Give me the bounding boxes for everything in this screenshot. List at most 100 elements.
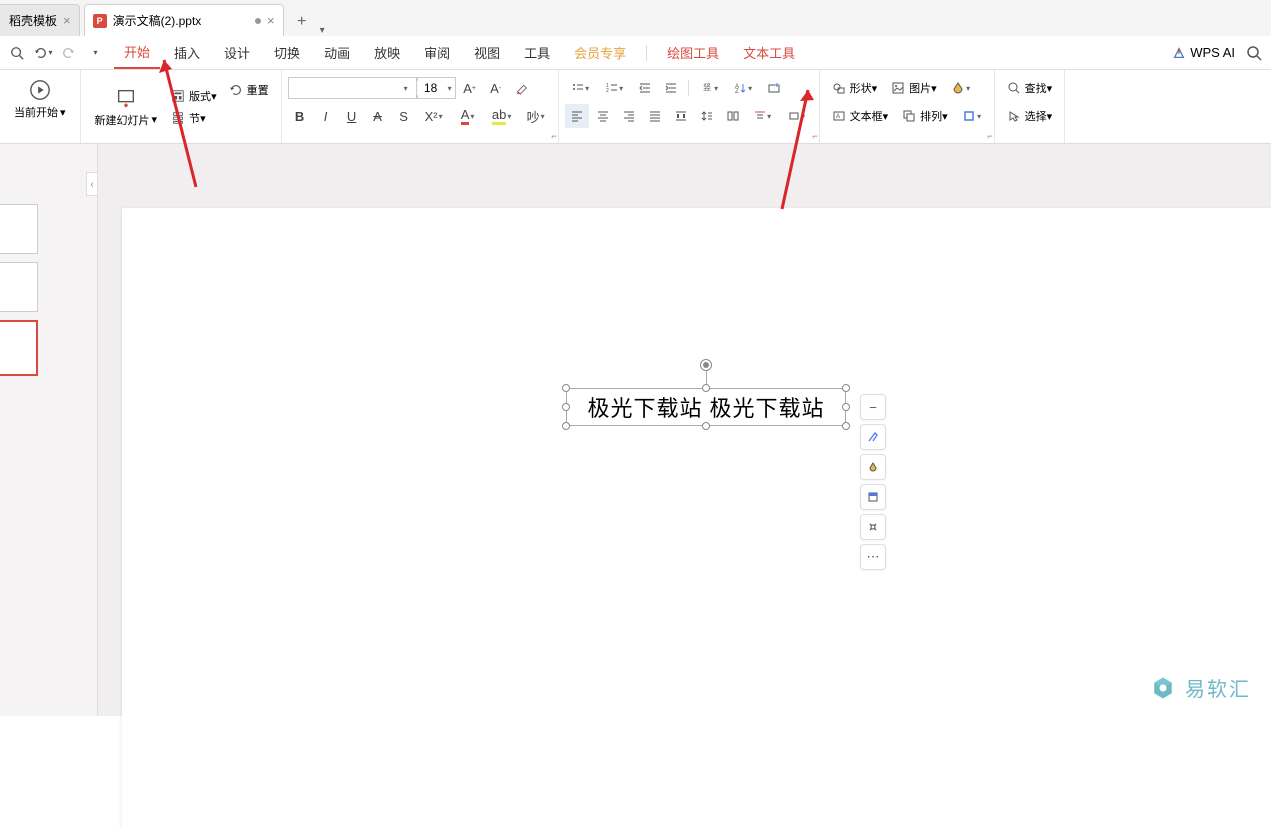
collapse-panel-button[interactable]: ‹ xyxy=(86,172,98,196)
resize-handle-bm[interactable] xyxy=(702,422,710,430)
search-icon[interactable] xyxy=(6,42,28,64)
tab-title: 演示文稿(2).pptx xyxy=(113,12,249,29)
resize-handle-br[interactable] xyxy=(842,422,850,430)
thumbnail-3[interactable] xyxy=(0,320,38,376)
canvas-area[interactable]: 极光下载站 极光下载站 − ⋯ xyxy=(98,144,1271,716)
line-spacing-button[interactable] xyxy=(695,104,719,128)
tab-tools[interactable]: 工具 xyxy=(514,37,560,68)
textbox-button[interactable]: A文本框▾ xyxy=(826,106,895,126)
section-label: 节 xyxy=(189,113,200,125)
text-box[interactable]: 极光下载站 极光下载站 xyxy=(566,388,846,426)
thumbnail-2[interactable]: 极光下载站 xyxy=(0,262,38,312)
tab-text-tools[interactable]: 文本工具 xyxy=(733,37,805,68)
paragraph-dialog-launcher[interactable]: ⌐ xyxy=(812,131,817,141)
float-fill-button[interactable] xyxy=(860,454,886,480)
new-tab-dropdown[interactable]: ▾ xyxy=(316,25,329,36)
tab-slideshow[interactable]: 放映 xyxy=(364,37,410,68)
arrange-button[interactable]: 排列▾ xyxy=(896,106,954,126)
customize-qat-dropdown[interactable]: ▾ xyxy=(84,42,106,64)
columns-button[interactable] xyxy=(721,104,745,128)
textbox-content[interactable]: 极光下载站 极光下载站 xyxy=(587,396,824,421)
convert-text-button[interactable]: ▾ xyxy=(781,104,813,128)
tab-insert[interactable]: 插入 xyxy=(164,37,210,68)
shape-outline-button[interactable]: ▾ xyxy=(956,104,988,128)
undo-button[interactable]: ▾ xyxy=(32,42,54,64)
tab-member[interactable]: 会员专享 xyxy=(564,37,636,68)
drawing-dialog-launcher[interactable]: ⌐ xyxy=(987,131,992,141)
increase-font-button[interactable]: A+ xyxy=(458,76,482,100)
ribbon: 当前开始▾ 新建幻灯片▾ 版式▾ 节▾ 重置 xyxy=(0,70,1271,144)
float-collapse-button[interactable]: − xyxy=(860,394,886,420)
increase-indent-button[interactable] xyxy=(659,76,683,100)
thumbnail-1[interactable]: —— | ▬▬ xyxy=(0,204,38,254)
find-button[interactable]: 查找▾ xyxy=(1001,78,1059,98)
font-name-input[interactable] xyxy=(288,77,418,99)
text-direction-button[interactable]: 竖▾ xyxy=(694,76,726,100)
font-color-button[interactable]: A▾ xyxy=(452,104,484,128)
picture-button[interactable]: 图片▾ xyxy=(885,78,943,98)
tab-design[interactable]: 设计 xyxy=(214,37,260,68)
float-layout-button[interactable] xyxy=(860,484,886,510)
play-button[interactable]: 当前开始▾ xyxy=(6,74,74,124)
tab-template[interactable]: 稻壳模板 × xyxy=(0,4,80,36)
tab-review[interactable]: 审阅 xyxy=(414,37,460,68)
tab-transition[interactable]: 切换 xyxy=(264,37,310,68)
font-dialog-launcher[interactable]: ⌐ xyxy=(551,131,556,141)
strikethrough-button[interactable]: A xyxy=(366,104,390,128)
layout-button[interactable]: 版式▾ xyxy=(165,86,223,106)
wps-ai-button[interactable]: WPS AI xyxy=(1172,45,1235,60)
underline-button[interactable]: U xyxy=(340,104,364,128)
align-center-button[interactable] xyxy=(591,104,615,128)
char-spacing-button[interactable]: 吵▾ xyxy=(520,104,552,128)
ppt-file-icon: P xyxy=(93,14,107,28)
align-left-button[interactable] xyxy=(565,104,589,128)
close-icon[interactable]: × xyxy=(267,13,275,28)
tab-drawing-tools[interactable]: 绘图工具 xyxy=(657,37,729,68)
tab-document[interactable]: P 演示文稿(2).pptx × xyxy=(84,4,284,36)
tab-view[interactable]: 视图 xyxy=(464,37,510,68)
reset-button[interactable]: 重置 xyxy=(223,80,275,100)
tab-animation[interactable]: 动画 xyxy=(314,37,360,68)
redo-button[interactable] xyxy=(58,42,80,64)
font-size-field[interactable] xyxy=(417,81,445,95)
slide-canvas[interactable]: 极光下载站 极光下载站 − ⋯ xyxy=(122,208,1271,828)
font-size-input[interactable]: ▾ xyxy=(416,77,456,99)
sort-button[interactable]: AZ▾ xyxy=(728,76,760,100)
numbering-button[interactable]: 12▾ xyxy=(599,76,631,100)
select-button[interactable]: 选择▾ xyxy=(1001,106,1059,126)
highlight-button[interactable]: ab▾ xyxy=(486,104,518,128)
shape-fill-button[interactable]: ▾ xyxy=(945,76,977,100)
float-style-button[interactable] xyxy=(860,424,886,450)
resize-handle-tr[interactable] xyxy=(842,384,850,392)
new-tab-button[interactable]: + xyxy=(288,8,316,36)
shape-button[interactable]: 形状▾ xyxy=(826,78,884,98)
align-justify-button[interactable] xyxy=(643,104,667,128)
insert-shape-button[interactable] xyxy=(762,76,786,100)
align-right-button[interactable] xyxy=(617,104,641,128)
float-more-button[interactable]: ⋯ xyxy=(860,544,886,570)
new-slide-button[interactable]: 新建幻灯片▾ xyxy=(87,74,166,139)
tab-start[interactable]: 开始 xyxy=(114,36,160,69)
shadow-button[interactable]: S xyxy=(392,104,416,128)
section-button[interactable]: 节▾ xyxy=(165,108,223,128)
close-icon[interactable]: × xyxy=(63,13,71,28)
rotate-handle[interactable] xyxy=(700,359,712,371)
select-label: 选择 xyxy=(1025,111,1047,123)
superscript-button[interactable]: X²▾ xyxy=(418,104,450,128)
text-align-vert-button[interactable]: ▾ xyxy=(747,104,779,128)
decrease-indent-button[interactable] xyxy=(633,76,657,100)
resize-handle-bl[interactable] xyxy=(562,422,570,430)
align-distribute-button[interactable] xyxy=(669,104,693,128)
bold-button[interactable]: B xyxy=(288,104,312,128)
resize-handle-tl[interactable] xyxy=(562,384,570,392)
textbox-label: 文本框 xyxy=(850,111,883,123)
decrease-font-button[interactable]: A- xyxy=(484,76,508,100)
resize-handle-mr[interactable] xyxy=(842,403,850,411)
bullets-button[interactable]: ▾ xyxy=(565,76,597,100)
clear-format-button[interactable] xyxy=(510,76,534,100)
search-button[interactable] xyxy=(1243,42,1265,64)
italic-button[interactable]: I xyxy=(314,104,338,128)
resize-handle-tm[interactable] xyxy=(702,384,710,392)
float-tools-button[interactable] xyxy=(860,514,886,540)
resize-handle-ml[interactable] xyxy=(562,403,570,411)
